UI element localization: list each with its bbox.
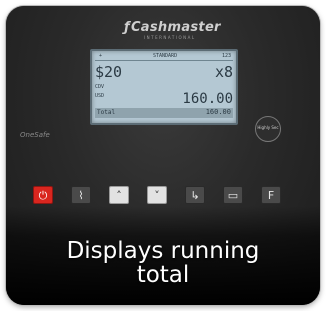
chevron-down-icon: ˅ — [154, 189, 160, 202]
add-icon: ↳ — [190, 189, 200, 202]
caption-line-2: total — [136, 262, 190, 288]
device-panel: ƒCashmaster INTERNATIONAL + STANDARD 123… — [6, 6, 320, 305]
lcd-multiplier: x8 — [214, 63, 233, 81]
image-frame: ƒCashmaster INTERNATIONAL + STANDARD 123… — [6, 6, 320, 305]
add-button[interactable]: ↳ — [185, 186, 205, 204]
lcd-total-row: Total 160.00 — [95, 108, 233, 118]
drawer-icon: ⌇ — [78, 189, 84, 202]
brand-mark-icon: ƒ — [124, 20, 130, 35]
print-button[interactable]: ▭ — [223, 186, 243, 204]
function-label: F — [267, 189, 275, 202]
lcd-total-label: Total — [97, 109, 116, 116]
lcd-amount-row: USD 160.00 — [95, 91, 233, 107]
power-button[interactable]: ⏻ — [33, 186, 53, 204]
up-button[interactable]: ˄ — [109, 186, 129, 204]
caption-line-1: Displays running — [66, 238, 260, 264]
function-button[interactable]: F — [261, 186, 281, 204]
lcd-header-row: + STANDARD 123 — [95, 53, 233, 61]
brand-logo: ƒCashmaster — [124, 20, 221, 35]
lcd-denomination-row: $20 x8 — [95, 63, 233, 81]
lcd-denomination: $20 — [95, 63, 123, 81]
secondary-logo: OneSafe — [20, 131, 50, 139]
lcd-amount: 160.00 — [182, 91, 233, 107]
keypad: ⏻ ⌇ ˄ ˅ ↳ ▭ F — [33, 186, 293, 206]
down-button[interactable]: ˅ — [147, 186, 167, 204]
printer-icon: ▭ — [227, 189, 239, 202]
brand-subtitle: INTERNATIONAL — [144, 35, 196, 40]
power-icon: ⏻ — [38, 189, 48, 202]
lcd-currency: USD — [95, 93, 105, 99]
drawer-button[interactable]: ⌇ — [71, 186, 91, 204]
caption: Displays running total — [6, 239, 320, 287]
lcd-display: + STANDARD 123 $20 x8 CDV USD 160.00 Tot… — [90, 49, 238, 125]
round-button[interactable]: Highly Sec — [255, 116, 281, 142]
chevron-up-icon: ˄ — [116, 189, 122, 202]
lcd-total-value: 160.00 — [205, 108, 231, 116]
